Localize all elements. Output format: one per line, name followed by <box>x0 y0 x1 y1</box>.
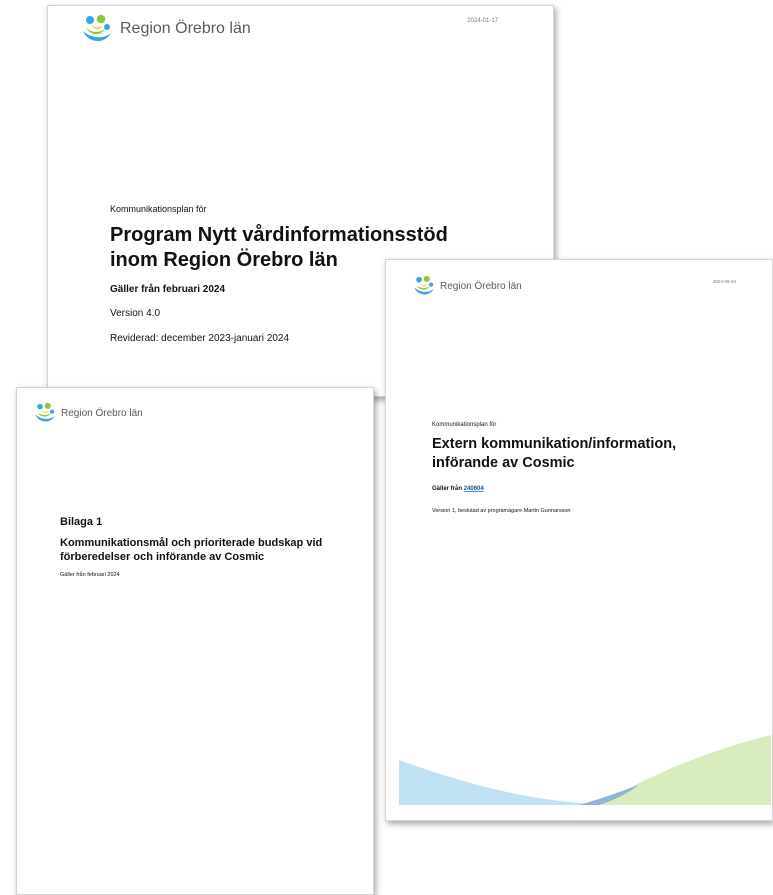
region-logo-icon <box>414 275 434 295</box>
document-title-line1: Program Nytt vårdinformationsstöd <box>110 224 448 246</box>
logo-text: Region Örebro län <box>120 20 251 37</box>
document-version: Version 1, beslutad av programägare Mart… <box>432 508 571 514</box>
region-logo: Region Örebro län <box>33 401 143 425</box>
region-logo-icon <box>83 14 111 42</box>
document-version: Version 4.0 <box>110 308 161 319</box>
appendix-heading: Bilaga 1 <box>60 516 103 528</box>
valid-from-prefix: Gäller från <box>432 486 463 492</box>
logo-text: Region Örebro län <box>440 280 522 292</box>
document-kicker: Kommunikationsplan för <box>110 204 207 214</box>
document-title-line1: Extern kommunikation/information, <box>432 436 677 452</box>
document-revised: Reviderad: december 2023-januari 2024 <box>110 333 290 344</box>
appendix-valid-from: Gäller från februari 2024 <box>60 572 120 578</box>
document-valid-from: Gäller från 240604 <box>432 486 484 492</box>
region-logo: Region Örebro län <box>412 274 522 298</box>
document-title-line2: inom Region Örebro län <box>110 249 338 271</box>
appendix-title-line1: Kommunikationsmål och prioriterade budsk… <box>60 537 323 549</box>
decorative-wave <box>399 730 771 805</box>
region-logo: Region Örebro län <box>80 12 251 46</box>
document-page-external-communication: Region Örebro län 2024-06-04 Kommunikati… <box>385 259 773 821</box>
logo-text: Region Örebro län <box>61 407 143 419</box>
document-date: 2024-06-04 <box>712 279 736 284</box>
document-date: 2024-01-17 <box>467 18 498 24</box>
document-valid-from: Gäller från februari 2024 <box>110 284 226 295</box>
region-logo-icon <box>35 402 55 422</box>
valid-from-date: 240604 <box>463 486 484 492</box>
document-page-appendix: Region Örebro län Bilaga 1 Kommunikation… <box>16 387 374 895</box>
document-title-line2: införande av Cosmic <box>432 455 575 471</box>
document-kicker: Kommunikationsplan för <box>432 422 497 428</box>
appendix-title-line2: förberedelser och införande av Cosmic <box>60 551 265 563</box>
